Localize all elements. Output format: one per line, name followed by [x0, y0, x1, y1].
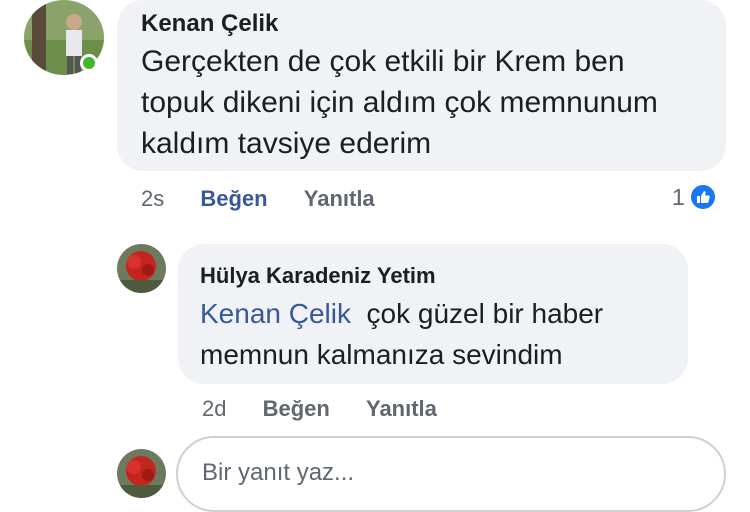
comment-bubble: Kenan Çelik Gerçekten de çok etkili bir … — [117, 0, 726, 171]
reply-composer[interactable] — [176, 436, 726, 512]
comment-time[interactable]: 2s — [141, 186, 164, 211]
mention-link[interactable]: Kenan Çelik — [200, 298, 351, 329]
comment-actions: 2s Beğen Yanıtla — [141, 186, 375, 212]
comment-bubble: Hülya Karadeniz Yetim Kenan Çelik çok gü… — [178, 244, 688, 384]
reply-button[interactable]: Yanıtla — [304, 186, 375, 211]
comment-author[interactable]: Kenan Çelik — [141, 10, 278, 38]
online-status-indicator — [80, 54, 98, 72]
like-button[interactable]: Beğen — [200, 186, 267, 211]
comment-text-line: memnun kalmanıza sevindim — [200, 339, 563, 370]
comment-text-line: topuk dikeni için aldım çok memnunum — [141, 86, 658, 119]
reaction-count: 1 — [672, 183, 685, 210]
reaction-summary[interactable]: 1 — [672, 183, 717, 211]
reply-input[interactable] — [200, 458, 684, 488]
like-icon — [688, 183, 717, 211]
comment-author[interactable]: Hülya Karadeniz Yetim — [200, 263, 436, 289]
like-button[interactable]: Beğen — [263, 396, 330, 421]
comment-text-line: Gerçekten de çok etkili bir Krem ben — [141, 45, 625, 78]
comment-text-line: kaldım tavsiye ederim — [141, 127, 432, 160]
avatar[interactable] — [117, 244, 166, 293]
comment-text: çok güzel bir haber — [366, 298, 604, 329]
reply-button[interactable]: Yanıtla — [366, 396, 437, 421]
avatar — [117, 449, 166, 498]
comment-time[interactable]: 2d — [202, 396, 226, 421]
comment-text-line: Kenan Çelik çok güzel bir haber — [200, 298, 603, 330]
comment-actions: 2d Beğen Yanıtla — [202, 396, 437, 422]
